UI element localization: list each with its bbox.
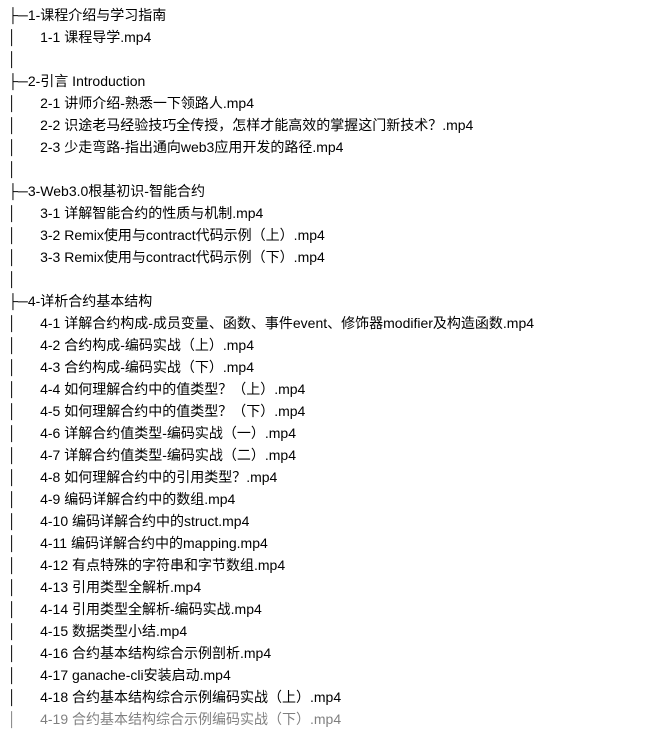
- tree-pipe-icon: │: [8, 205, 40, 221]
- file-name: 4-2 合约构成-编码实战（上）.mp4: [40, 337, 254, 353]
- file-line[interactable]: │ 4-1 详解合约构成-成员变量、函数、事件event、修饰器modifier…: [8, 312, 650, 334]
- tree-pipe-icon: │: [8, 337, 40, 353]
- file-name: 4-4 如何理解合约中的值类型？（上）.mp4: [40, 381, 305, 397]
- folder-line[interactable]: ├─1-课程介绍与学习指南: [8, 4, 650, 26]
- file-name: 4-5 如何理解合约中的值类型？（下）.mp4: [40, 403, 305, 419]
- file-name: 4-15 数据类型小结.mp4: [40, 623, 187, 639]
- file-name: 3-2 Remix使用与contract代码示例（上）.mp4: [40, 227, 325, 243]
- tree-pipe-icon: │: [8, 645, 40, 661]
- file-line[interactable]: │ 4-4 如何理解合约中的值类型？（上）.mp4: [8, 378, 650, 400]
- file-name: 4-6 详解合约值类型-编码实战（一）.mp4: [40, 425, 296, 441]
- file-line[interactable]: │ 4-15 数据类型小结.mp4: [8, 620, 650, 642]
- file-name: 2-3 少走弯路-指出通向web3应用开发的路径.mp4: [40, 139, 343, 155]
- file-line[interactable]: │ 1-1 课程导学.mp4: [8, 26, 650, 48]
- file-line[interactable]: │ 4-12 有点特殊的字符串和字节数组.mp4: [8, 554, 650, 576]
- file-line[interactable]: │ 4-2 合约构成-编码实战（上）.mp4: [8, 334, 650, 356]
- folder-line[interactable]: ├─3-Web3.0根基初识-智能合约: [8, 180, 650, 202]
- file-name: 2-2 识途老马经验技巧全传授，怎样才能高效的掌握这门新技术？.mp4: [40, 117, 473, 133]
- tree-pipe-icon: │: [8, 667, 40, 683]
- file-line[interactable]: │ 4-3 合约构成-编码实战（下）.mp4: [8, 356, 650, 378]
- tree-pipe-icon: │: [8, 139, 40, 155]
- file-line[interactable]: │ 4-19 合约基本结构综合示例编码实战（下）.mp4: [8, 708, 650, 730]
- file-line[interactable]: │ 2-1 讲师介绍-熟悉一下领路人.mp4: [8, 92, 650, 114]
- tree-pipe-icon: │: [8, 711, 40, 727]
- tree-pipe-icon: │: [8, 447, 40, 463]
- file-name: 4-8 如何理解合约中的引用类型？.mp4: [40, 469, 277, 485]
- file-name: 4-14 引用类型全解析-编码实战.mp4: [40, 601, 262, 617]
- file-line[interactable]: │ 4-16 合约基本结构综合示例剖析.mp4: [8, 642, 650, 664]
- tree-pipe-icon: │: [8, 315, 40, 331]
- tree-pipe-icon: │: [8, 425, 40, 441]
- tree-spacer: │: [8, 48, 650, 70]
- tree-spacer: │: [8, 158, 650, 180]
- tree-branch-icon: ├─: [8, 293, 28, 309]
- file-name: 4-7 详解合约值类型-编码实战（二）.mp4: [40, 447, 296, 463]
- file-name: 3-1 详解智能合约的性质与机制.mp4: [40, 205, 263, 221]
- tree-branch-icon: ├─: [8, 183, 28, 199]
- tree-pipe-icon: │: [8, 359, 40, 375]
- directory-tree: ├─1-课程介绍与学习指南│ 1-1 课程导学.mp4│├─2-引言 Intro…: [8, 4, 650, 730]
- folder-name: 3-Web3.0根基初识-智能合约: [28, 183, 205, 199]
- tree-pipe-icon: │: [8, 579, 40, 595]
- file-line[interactable]: │ 4-13 引用类型全解析.mp4: [8, 576, 650, 598]
- file-name: 4-9 编码详解合约中的数组.mp4: [40, 491, 235, 507]
- file-line[interactable]: │ 4-5 如何理解合约中的值类型？（下）.mp4: [8, 400, 650, 422]
- folder-name: 2-引言 Introduction: [28, 73, 146, 89]
- file-line[interactable]: │ 4-8 如何理解合约中的引用类型？.mp4: [8, 466, 650, 488]
- tree-branch-icon: ├─: [8, 73, 28, 89]
- file-line[interactable]: │ 4-6 详解合约值类型-编码实战（一）.mp4: [8, 422, 650, 444]
- file-name: 4-11 编码详解合约中的mapping.mp4: [40, 535, 268, 551]
- folder-line[interactable]: ├─2-引言 Introduction: [8, 70, 650, 92]
- tree-pipe-icon: │: [8, 29, 40, 45]
- file-name: 4-1 详解合约构成-成员变量、函数、事件event、修饰器modifier及构…: [40, 315, 534, 331]
- tree-pipe-icon: │: [8, 623, 40, 639]
- file-line[interactable]: │ 4-7 详解合约值类型-编码实战（二）.mp4: [8, 444, 650, 466]
- tree-pipe-icon: │: [8, 249, 40, 265]
- file-name: 4-19 合约基本结构综合示例编码实战（下）.mp4: [40, 711, 341, 727]
- file-line[interactable]: │ 4-11 编码详解合约中的mapping.mp4: [8, 532, 650, 554]
- tree-pipe-icon: │: [8, 601, 40, 617]
- file-line[interactable]: │ 4-17 ganache-cli安装启动.mp4: [8, 664, 650, 686]
- file-name: 4-17 ganache-cli安装启动.mp4: [40, 667, 231, 683]
- file-name: 1-1 课程导学.mp4: [40, 29, 151, 45]
- tree-branch-icon: ├─: [8, 7, 28, 23]
- folder-name: 1-课程介绍与学习指南: [28, 7, 166, 23]
- file-line[interactable]: │ 4-18 合约基本结构综合示例编码实战（上）.mp4: [8, 686, 650, 708]
- tree-pipe-icon: │: [8, 117, 40, 133]
- tree-pipe-icon: │: [8, 689, 40, 705]
- file-line[interactable]: │ 2-2 识途老马经验技巧全传授，怎样才能高效的掌握这门新技术？.mp4: [8, 114, 650, 136]
- file-line[interactable]: │ 2-3 少走弯路-指出通向web3应用开发的路径.mp4: [8, 136, 650, 158]
- file-line[interactable]: │ 3-2 Remix使用与contract代码示例（上）.mp4: [8, 224, 650, 246]
- tree-pipe-icon: │: [8, 513, 40, 529]
- tree-pipe-icon: │: [8, 491, 40, 507]
- file-name: 4-10 编码详解合约中的struct.mp4: [40, 513, 249, 529]
- file-name: 4-3 合约构成-编码实战（下）.mp4: [40, 359, 254, 375]
- tree-spacer: │: [8, 268, 650, 290]
- tree-pipe-icon: │: [8, 403, 40, 419]
- tree-pipe-icon: │: [8, 557, 40, 573]
- folder-line[interactable]: ├─4-详析合约基本结构: [8, 290, 650, 312]
- tree-pipe-icon: │: [8, 227, 40, 243]
- file-name: 4-18 合约基本结构综合示例编码实战（上）.mp4: [40, 689, 341, 705]
- file-line[interactable]: │ 4-14 引用类型全解析-编码实战.mp4: [8, 598, 650, 620]
- file-name: 4-13 引用类型全解析.mp4: [40, 579, 201, 595]
- tree-pipe-icon: │: [8, 535, 40, 551]
- folder-name: 4-详析合约基本结构: [28, 293, 152, 309]
- file-name: 4-12 有点特殊的字符串和字节数组.mp4: [40, 557, 285, 573]
- tree-pipe-icon: │: [8, 95, 40, 111]
- file-line[interactable]: │ 4-10 编码详解合约中的struct.mp4: [8, 510, 650, 532]
- tree-pipe-icon: │: [8, 381, 40, 397]
- file-line[interactable]: │ 4-9 编码详解合约中的数组.mp4: [8, 488, 650, 510]
- file-line[interactable]: │ 3-1 详解智能合约的性质与机制.mp4: [8, 202, 650, 224]
- file-name: 3-3 Remix使用与contract代码示例（下）.mp4: [40, 249, 325, 265]
- tree-pipe-icon: │: [8, 469, 40, 485]
- file-name: 4-16 合约基本结构综合示例剖析.mp4: [40, 645, 271, 661]
- file-line[interactable]: │ 3-3 Remix使用与contract代码示例（下）.mp4: [8, 246, 650, 268]
- file-name: 2-1 讲师介绍-熟悉一下领路人.mp4: [40, 95, 254, 111]
